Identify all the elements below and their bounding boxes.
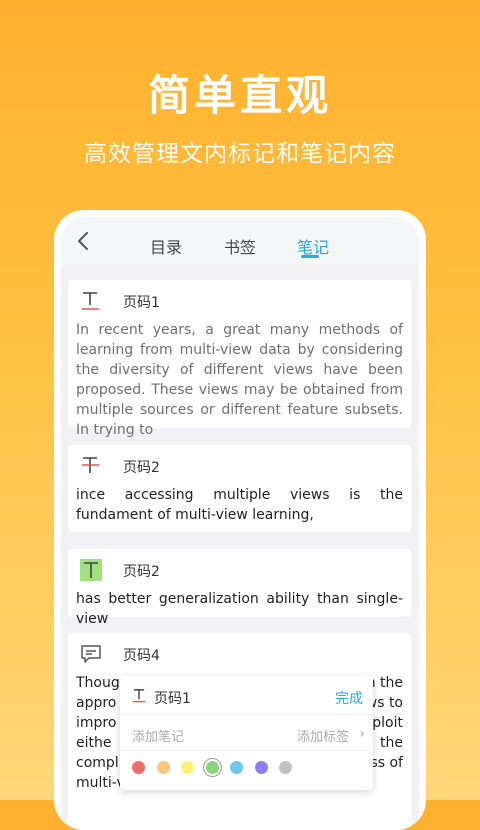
- back-arrow-icon[interactable]: [73, 229, 95, 253]
- note-text-line: eithe: [76, 735, 112, 751]
- highlight-text-icon: [80, 559, 102, 581]
- color-swatch[interactable]: [205, 761, 219, 774]
- note-page-label: 页码1: [123, 295, 160, 311]
- note-page-label: 页码2: [123, 564, 160, 580]
- subline: 高效管理文内标记和笔记内容: [84, 141, 396, 167]
- color-swatch[interactable]: [254, 761, 268, 774]
- note-text-line: appro: [76, 695, 117, 711]
- chevron-right-icon[interactable]: ›: [359, 726, 365, 742]
- popup-page-label: 页码1: [154, 691, 191, 707]
- headline: 简单直观: [147, 71, 332, 120]
- add-tag-button[interactable]: 添加标签: [297, 726, 349, 745]
- color-swatch[interactable]: [132, 761, 145, 774]
- divider: [120, 750, 373, 751]
- tab-bookmarks[interactable]: 书签: [224, 234, 256, 258]
- note-text-line: impro: [76, 715, 117, 731]
- note-card[interactable]: 页码1 In recent years, a great many method…: [68, 280, 411, 438]
- note-text-line: the: [380, 735, 403, 751]
- note-edit-popup: 页码1 完成 添加笔记 添加标签 ›: [120, 676, 373, 790]
- done-button[interactable]: 完成: [335, 688, 363, 708]
- color-swatch[interactable]: [230, 761, 243, 774]
- divider: [120, 714, 373, 715]
- note-page-label: 页码4: [123, 648, 160, 664]
- color-swatch[interactable]: [279, 761, 292, 774]
- phone-frame: 目录 书签 笔记 页码1 In recent years, a great ma…: [54, 210, 426, 830]
- active-tab-indicator: [301, 255, 319, 258]
- note-text: In recent years, a great many methods of…: [76, 322, 403, 438]
- color-swatch[interactable]: [156, 761, 170, 774]
- tab-contents[interactable]: 目录: [150, 234, 182, 258]
- notes-screen: 目录 书签 笔记 页码1 In recent years, a great ma…: [61, 217, 419, 830]
- note-text: has better generalization ability than s…: [76, 591, 403, 627]
- note-card[interactable]: 页码2 ince accessing multiple views is the…: [68, 445, 411, 532]
- add-note-input[interactable]: 添加笔记: [132, 726, 184, 745]
- note-text-line: compl: [76, 755, 119, 771]
- note-text: ince accessing multiple views is the fun…: [76, 487, 403, 523]
- comment-icon: [81, 645, 101, 663]
- underline-text-icon: [82, 292, 99, 310]
- note-page-label: 页码2: [123, 460, 160, 476]
- note-card[interactable]: 页码2 has better generalization ability th…: [68, 549, 411, 627]
- note-text-line: Thoug: [76, 675, 120, 691]
- top-bar: 目录 书签 笔记: [61, 217, 419, 265]
- strikethrough-text-icon: [82, 457, 99, 473]
- underline-text-icon: [132, 689, 146, 703]
- color-swatch[interactable]: [181, 761, 194, 774]
